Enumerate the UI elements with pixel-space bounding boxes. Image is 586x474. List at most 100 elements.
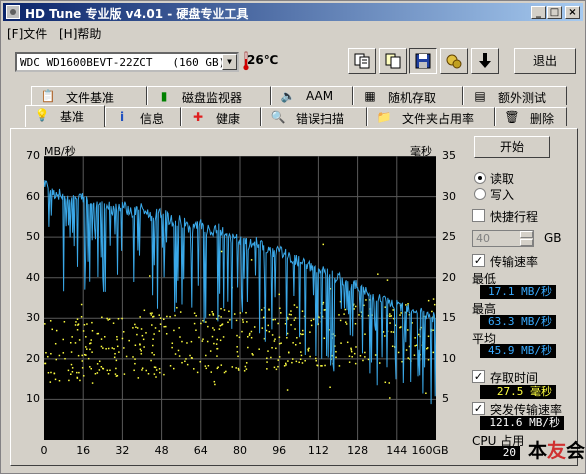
burst-rate-value: 121.6 MB/秒 [480, 416, 564, 430]
tab-health[interactable]: ✚ 健康 [181, 107, 261, 126]
minimize-button[interactable]: _ [531, 6, 546, 19]
close-button[interactable]: × [565, 6, 580, 19]
access-time-point [294, 344, 297, 346]
download-button[interactable] [471, 48, 499, 74]
access-time-point [386, 279, 389, 281]
access-time-point [277, 359, 279, 361]
access-time-point [377, 273, 379, 275]
access-time-point [364, 333, 366, 335]
drive-select[interactable]: WDC WD1600BEVT-22ZCT (160 GB) ▼ [15, 52, 239, 72]
speaker-icon: 🔈 [280, 89, 296, 103]
spin-down-icon[interactable] [520, 239, 533, 246]
access-time-point [208, 314, 211, 316]
x-tick: 128 [347, 444, 369, 457]
access-time-point [55, 329, 58, 332]
short-stroke-checkbox[interactable] [472, 209, 485, 222]
info-icon: i [119, 110, 125, 124]
access-time-point [176, 306, 178, 309]
access-time-point [296, 337, 298, 339]
burst-rate-checkbox[interactable]: ✓ [472, 402, 485, 415]
access-time-point [414, 345, 416, 347]
access-time-checkbox[interactable]: ✓ [472, 370, 485, 383]
short-stroke-spinner[interactable]: 40 [472, 230, 534, 247]
access-time-point [82, 330, 85, 332]
app-icon[interactable] [6, 5, 20, 19]
access-time-point [299, 358, 302, 360]
access-time-point [169, 365, 172, 367]
tab-delete[interactable]: 🗑 删除 [495, 107, 567, 126]
title-bar[interactable]: HD Tune 专业版 v4.01 - 硬盘专业工具 _ □ × [3, 3, 583, 21]
spin-up-icon[interactable] [520, 231, 533, 238]
access-time-point [351, 355, 353, 358]
access-time-point [329, 386, 331, 389]
access-time-point [185, 358, 187, 360]
tab-error-scan[interactable]: 🔍 错误扫描 [261, 107, 367, 126]
maximize-button[interactable]: □ [547, 6, 562, 19]
access-time-point [90, 342, 92, 344]
access-time-point [166, 315, 168, 318]
tab-disk-monitor[interactable]: ▮ 磁盘监视器 [147, 86, 271, 105]
access-time-label: 存取时间 [490, 371, 539, 385]
options-button[interactable] [440, 48, 468, 74]
tab-info[interactable]: i 信息 [105, 107, 181, 126]
access-time-point [123, 373, 126, 375]
y-tick-right: 30 [442, 189, 456, 203]
access-time-point [49, 320, 52, 322]
exit-button[interactable]: 退出 [514, 48, 576, 74]
window-title: HD Tune 专业版 v4.01 - 硬盘专业工具 [25, 7, 249, 21]
access-time-point [353, 352, 356, 355]
access-time-point [118, 351, 120, 353]
access-time-point [68, 379, 70, 382]
save-button[interactable] [409, 48, 437, 74]
tab-random-access[interactable]: ▦ 随机存取 [353, 86, 463, 105]
tab-folder-usage[interactable]: 📁 文件夹占用率 [367, 107, 495, 126]
access-time-point [105, 348, 107, 350]
access-time-point [181, 340, 183, 343]
access-time-point [123, 347, 125, 349]
access-time-point [350, 350, 353, 353]
access-time-point [204, 365, 207, 367]
transfer-rate-checkbox[interactable]: ✓ [472, 254, 485, 267]
chevron-down-icon[interactable]: ▼ [222, 54, 237, 70]
access-time-point [50, 352, 52, 355]
access-time-point [278, 336, 281, 339]
tab-benchmark[interactable]: 💡 基准 [25, 105, 105, 127]
access-time-point [58, 354, 61, 357]
benchmark-chart [44, 156, 436, 440]
access-time-point [241, 319, 244, 321]
access-time-point [365, 299, 367, 301]
tab-file-benchmark[interactable]: 📋 文件基准 [31, 86, 147, 105]
menu-file[interactable]: [F]文件 [7, 25, 47, 42]
access-time-point [287, 351, 290, 354]
access-time-point [432, 329, 434, 331]
access-time-point [235, 319, 238, 322]
copy-screen-button[interactable] [379, 48, 407, 74]
access-time-point [198, 336, 200, 339]
access-time-point [54, 342, 57, 345]
access-time-point [348, 355, 351, 357]
access-time-point [246, 321, 248, 323]
start-button[interactable]: 开始 [474, 136, 550, 158]
read-radio[interactable] [474, 172, 486, 184]
access-time-value: 27.5 毫秒 [480, 385, 556, 399]
copy-text-button[interactable] [348, 48, 376, 74]
access-time-point [91, 382, 94, 384]
trash-icon: 🗑 [504, 110, 520, 124]
access-time-point [391, 345, 394, 348]
access-time-point [241, 330, 243, 333]
access-time-point [324, 364, 326, 367]
access-time-point [94, 372, 97, 375]
access-time-point [159, 317, 162, 319]
access-time-point [217, 366, 219, 368]
access-time-point [108, 318, 111, 320]
access-time-point [236, 351, 239, 353]
tab-extra-tests[interactable]: ▤ 额外测试 [463, 86, 567, 105]
access-time-point [267, 350, 269, 352]
access-time-point [158, 368, 161, 370]
menu-help[interactable]: [H]帮助 [59, 25, 101, 42]
tab-aam[interactable]: 🔈 AAM [271, 86, 353, 105]
access-time-point [163, 373, 165, 376]
access-time-point [258, 348, 260, 350]
access-time-point [86, 323, 88, 325]
write-radio[interactable] [474, 188, 486, 200]
